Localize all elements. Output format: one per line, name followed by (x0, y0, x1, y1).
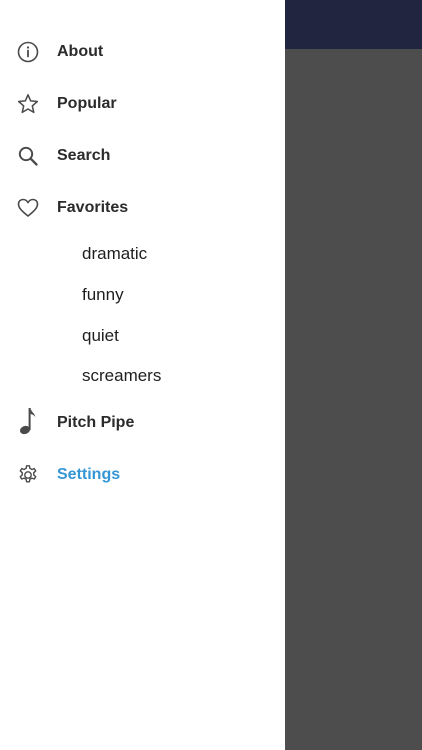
music-note-icon (16, 408, 40, 435)
menu-item-settings[interactable]: Settings (0, 453, 285, 497)
favorites-sub-item-label: funny (82, 285, 124, 304)
favorites-sub-item-dramatic[interactable]: dramatic (0, 236, 285, 272)
dimmed-content-overlay[interactable] (285, 49, 422, 750)
app-screen: About Popular Search Favorites dramatic … (0, 0, 422, 750)
menu-item-about-label: About (57, 43, 104, 60)
menu-item-about[interactable]: About (0, 30, 285, 74)
info-icon (16, 40, 40, 64)
menu-item-search-label: Search (57, 147, 111, 164)
menu-item-popular-label: Popular (57, 95, 117, 112)
menu-item-favorites-label: Favorites (57, 199, 129, 216)
favorites-sub-item-label: screamers (82, 366, 162, 385)
navigation-drawer: About Popular Search Favorites dramatic … (0, 0, 285, 750)
search-icon (16, 144, 40, 168)
favorites-sub-item-label: dramatic (82, 244, 148, 263)
favorites-sub-item-funny[interactable]: funny (0, 277, 285, 313)
menu-item-settings-label: Settings (57, 466, 121, 483)
menu-item-search[interactable]: Search (0, 134, 285, 178)
favorites-sub-item-quiet[interactable]: quiet (0, 318, 285, 354)
favorites-sub-item-screamers[interactable]: screamers (0, 358, 285, 394)
menu-item-pitch-pipe[interactable]: Pitch Pipe (0, 401, 285, 445)
heart-icon (16, 196, 40, 220)
menu-item-pitch-pipe-label: Pitch Pipe (57, 414, 135, 431)
gear-icon (16, 463, 40, 487)
app-header-bar (285, 0, 422, 49)
menu-item-popular[interactable]: Popular (0, 82, 285, 126)
favorites-sub-item-label: quiet (82, 326, 119, 345)
star-icon (16, 92, 40, 116)
menu-item-favorites[interactable]: Favorites (0, 186, 285, 230)
